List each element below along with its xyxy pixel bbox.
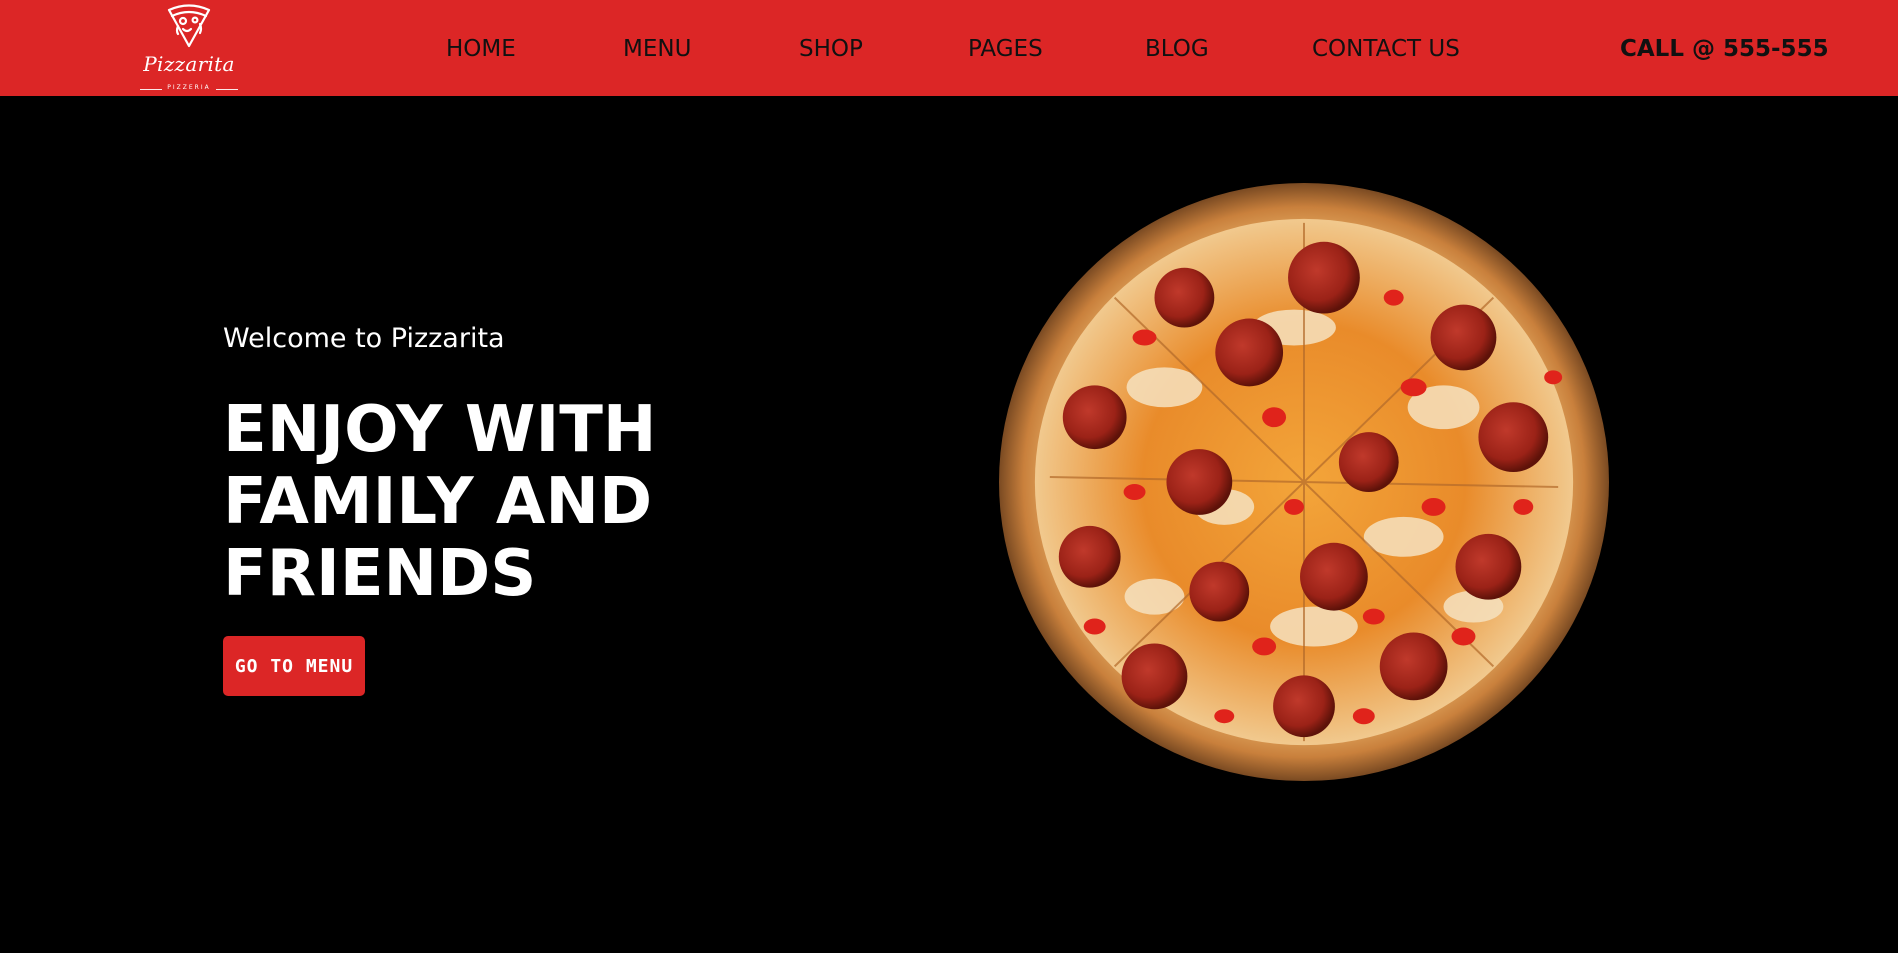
site-header: Pizzarita PIZZERIA HOME MENU SHOP PAGES …	[0, 0, 1898, 96]
pizza-slice-icon	[167, 4, 211, 48]
nav-shop[interactable]: SHOP	[799, 35, 863, 63]
headline-line-1: ENJOY WITH	[223, 393, 657, 467]
nav-pages[interactable]: PAGES	[968, 35, 1043, 63]
logo[interactable]: Pizzarita PIZZERIA	[138, 2, 240, 94]
headline-line-2: FAMILY AND	[223, 465, 653, 539]
nav-home[interactable]: HOME	[446, 35, 516, 63]
nav-contact-us[interactable]: CONTACT US	[1312, 35, 1460, 63]
call-phone-link[interactable]: CALL @ 555-555	[1620, 35, 1829, 63]
hero-welcome-text: Welcome to Pizzarita	[223, 323, 505, 354]
nav-menu[interactable]: MENU	[623, 35, 691, 63]
headline-line-3: FRIENDS	[223, 537, 537, 611]
logo-name: Pizzarita	[143, 52, 235, 76]
pepperoni-pizza-image	[999, 182, 1609, 782]
nav-blog[interactable]: BLOG	[1145, 35, 1209, 63]
logo-divider-right	[216, 89, 238, 90]
go-to-menu-button[interactable]: GO TO MENU	[223, 636, 365, 696]
hero-headline: ENJOY WITH FAMILY AND FRIENDS	[223, 394, 743, 610]
